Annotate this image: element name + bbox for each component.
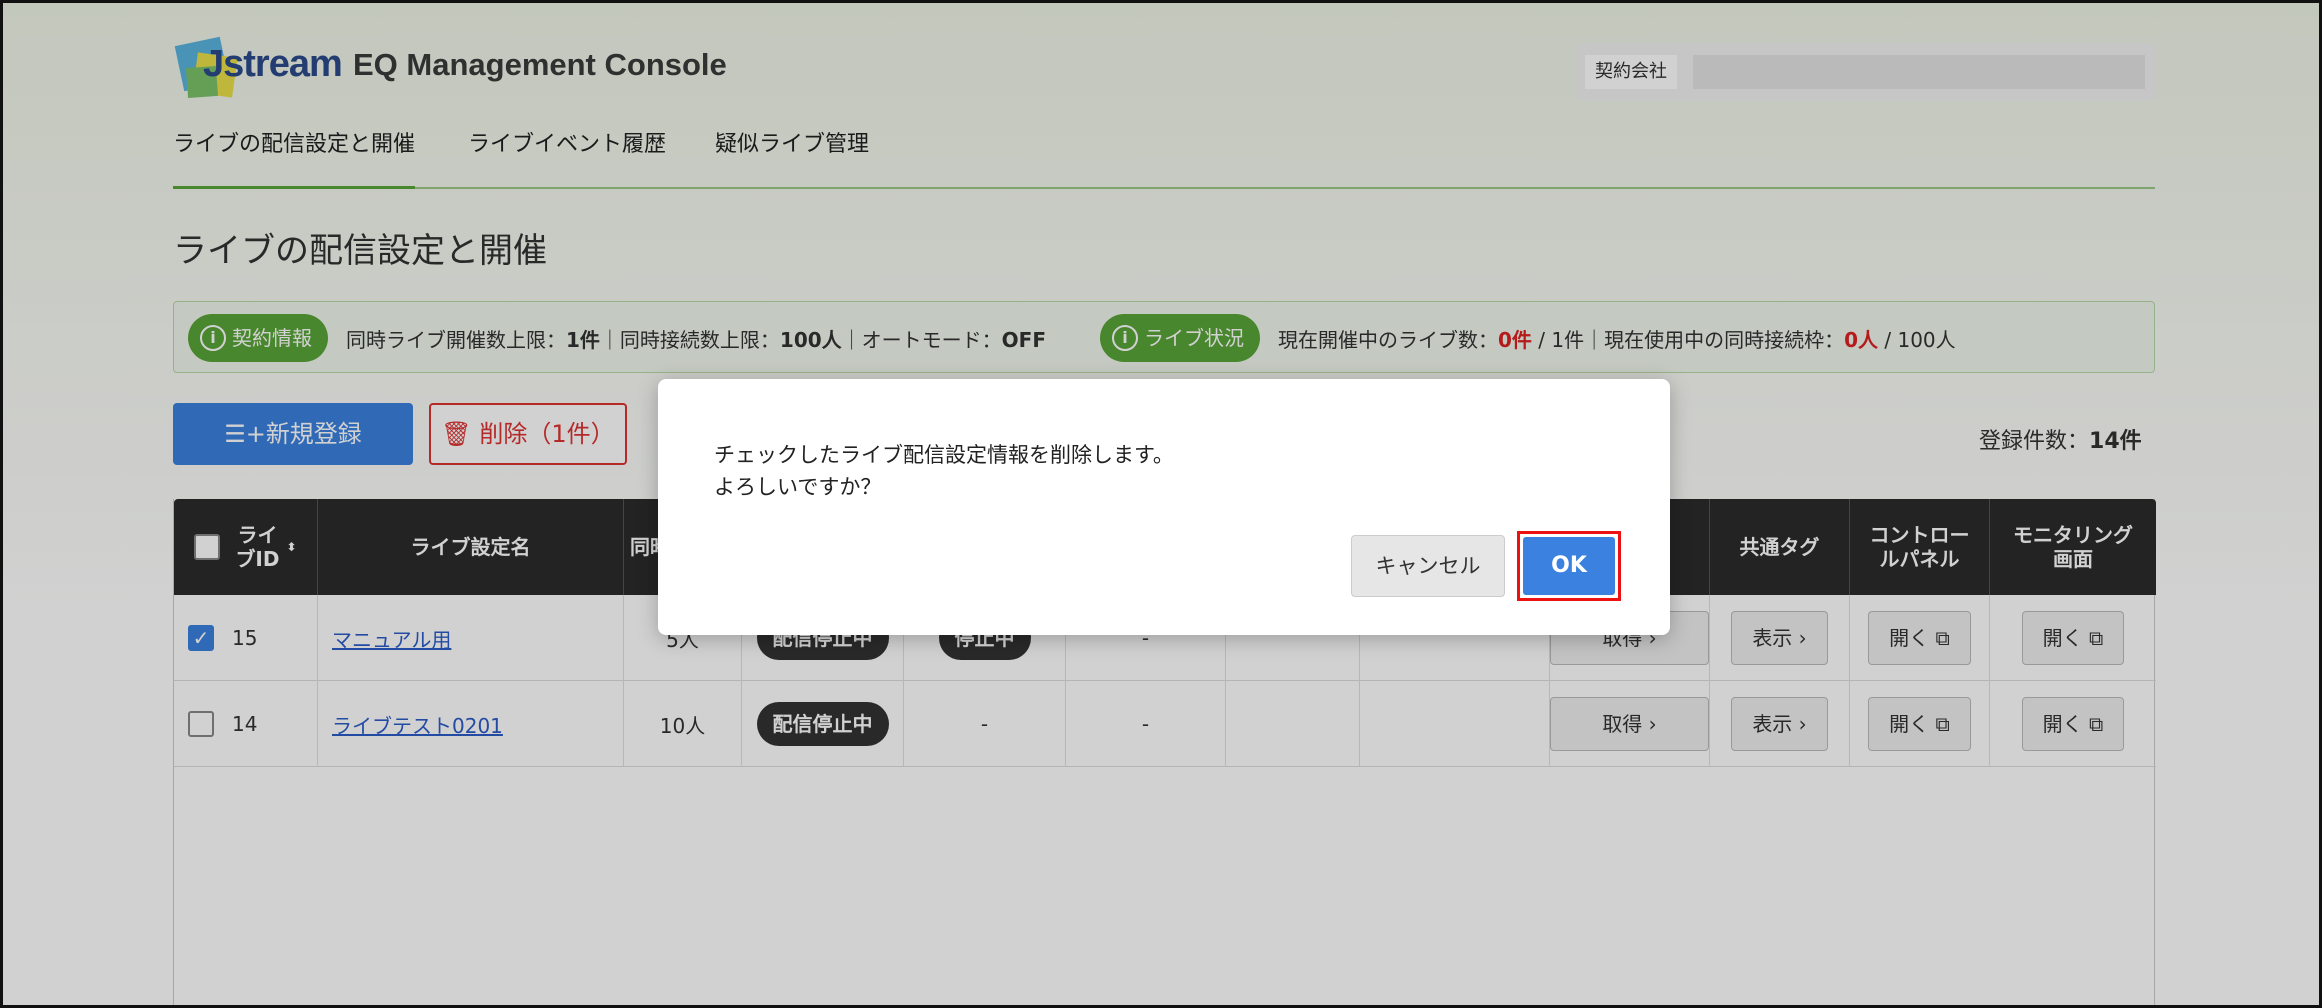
- app-frame: Jstream EQ Management Console 契約会社 ライブの配…: [0, 0, 2322, 1008]
- dialog-message-line2: よろしいですか？: [714, 475, 882, 499]
- ok-button-highlight: OK: [1517, 531, 1621, 601]
- cancel-button[interactable]: キャンセル: [1351, 535, 1505, 597]
- delete-confirm-dialog: チェックしたライブ配信設定情報を削除します。 よろしいですか？ キャンセル OK: [658, 379, 1670, 635]
- ok-button[interactable]: OK: [1523, 537, 1615, 595]
- dialog-message-line1: チェックしたライブ配信設定情報を削除します。: [714, 443, 1174, 467]
- dialog-message: チェックしたライブ配信設定情報を削除します。 よろしいですか？: [714, 439, 1174, 503]
